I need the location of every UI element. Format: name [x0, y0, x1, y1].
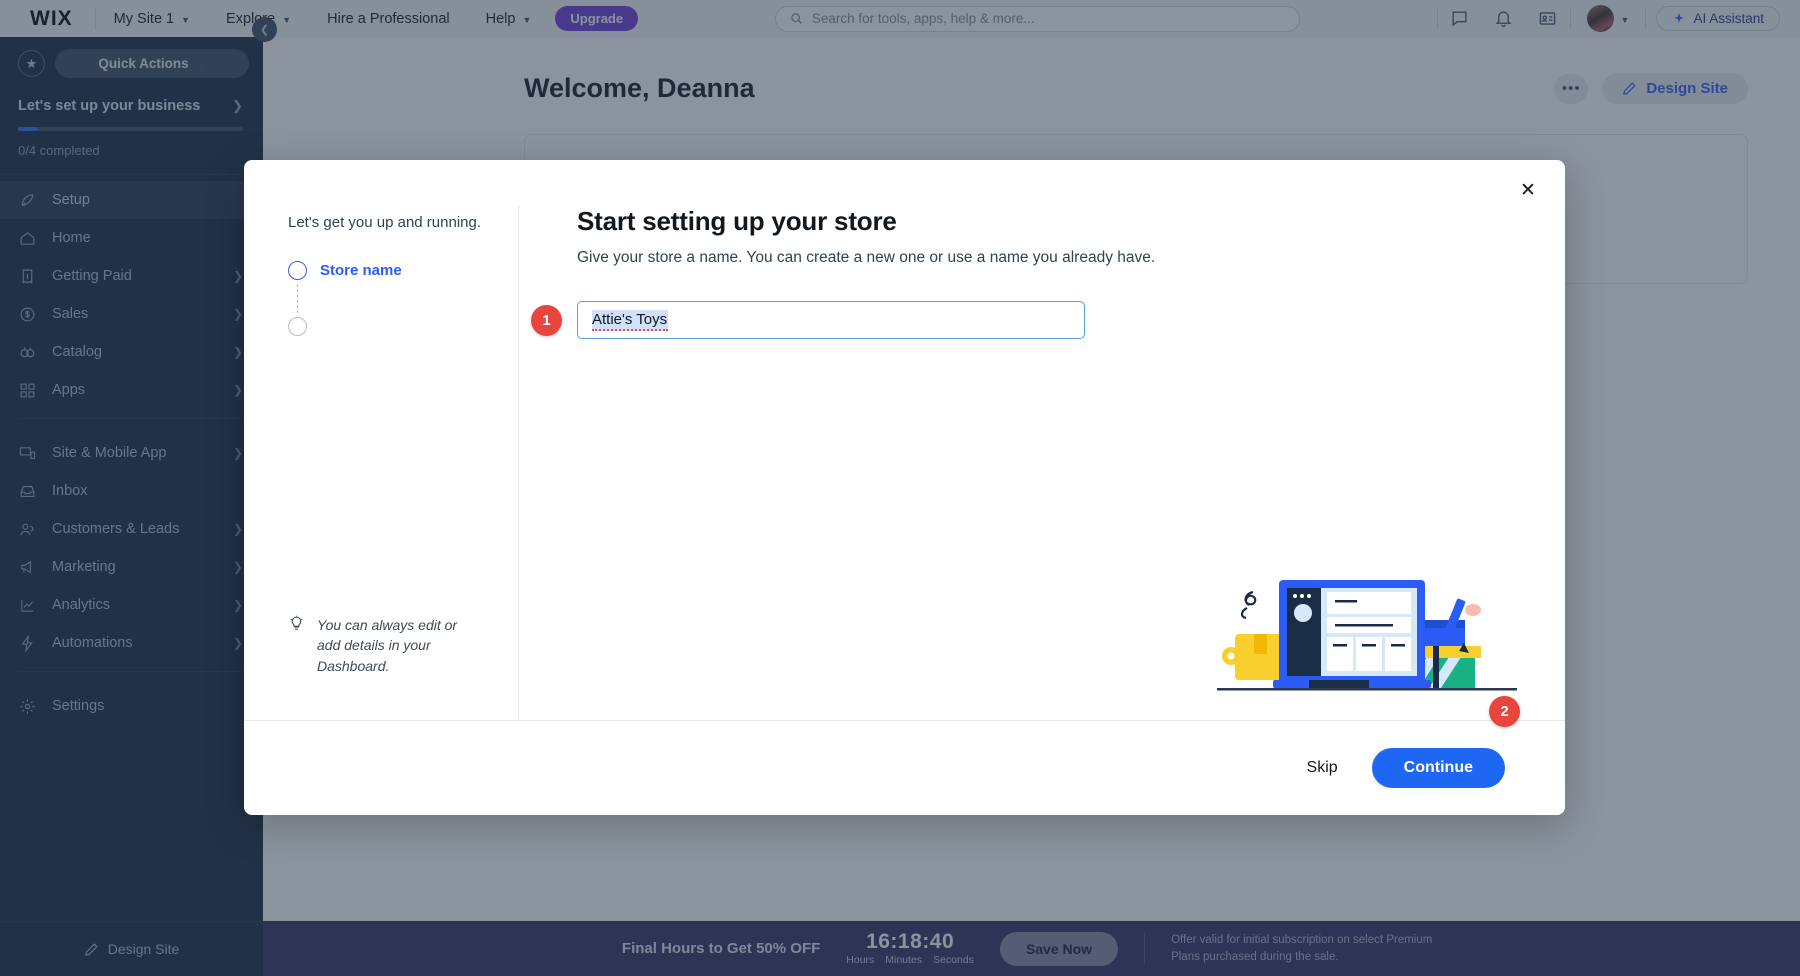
modal-title: Start setting up your store	[577, 206, 1505, 237]
modal-hint: You can always edit or add details in yo…	[288, 615, 484, 676]
step-connector	[297, 284, 298, 313]
step-list: Store name	[288, 261, 484, 336]
modal-lead-text: Let's get you up and running.	[288, 214, 484, 231]
lightbulb-icon	[288, 615, 305, 632]
store-name-field-row: 1 Attie's Toys	[577, 301, 1505, 339]
app-root: Welcome, Deanna ••• Design Site WIX My	[0, 0, 1800, 976]
step-badge-1: 1	[531, 305, 562, 336]
store-setup-illustration	[1217, 562, 1517, 702]
step-badge-2: 2	[1489, 696, 1520, 727]
modal-body: Let's get you up and running. Store name	[244, 160, 1565, 720]
step-item-store-name[interactable]: Store name	[288, 261, 484, 280]
store-setup-modal: ✕ Let's get you up and running. Store na…	[244, 160, 1565, 815]
modal-hint-text: You can always edit or add details in yo…	[317, 615, 484, 676]
step-circle-icon	[288, 261, 307, 280]
continue-button[interactable]: Continue	[1372, 748, 1505, 788]
step-item-next	[288, 317, 484, 336]
close-icon[interactable]: ✕	[1511, 173, 1545, 207]
store-name-input[interactable]	[577, 301, 1085, 339]
modal-steps-panel: Let's get you up and running. Store name	[244, 206, 519, 720]
skip-button[interactable]: Skip	[1307, 759, 1338, 777]
modal-subtitle: Give your store a name. You can create a…	[577, 249, 1505, 267]
step-label: Store name	[320, 262, 402, 279]
step-circle-icon	[288, 317, 307, 336]
modal-footer: 2 Skip Continue	[244, 720, 1565, 815]
modal-main-panel: Start setting up your store Give your st…	[519, 206, 1565, 720]
